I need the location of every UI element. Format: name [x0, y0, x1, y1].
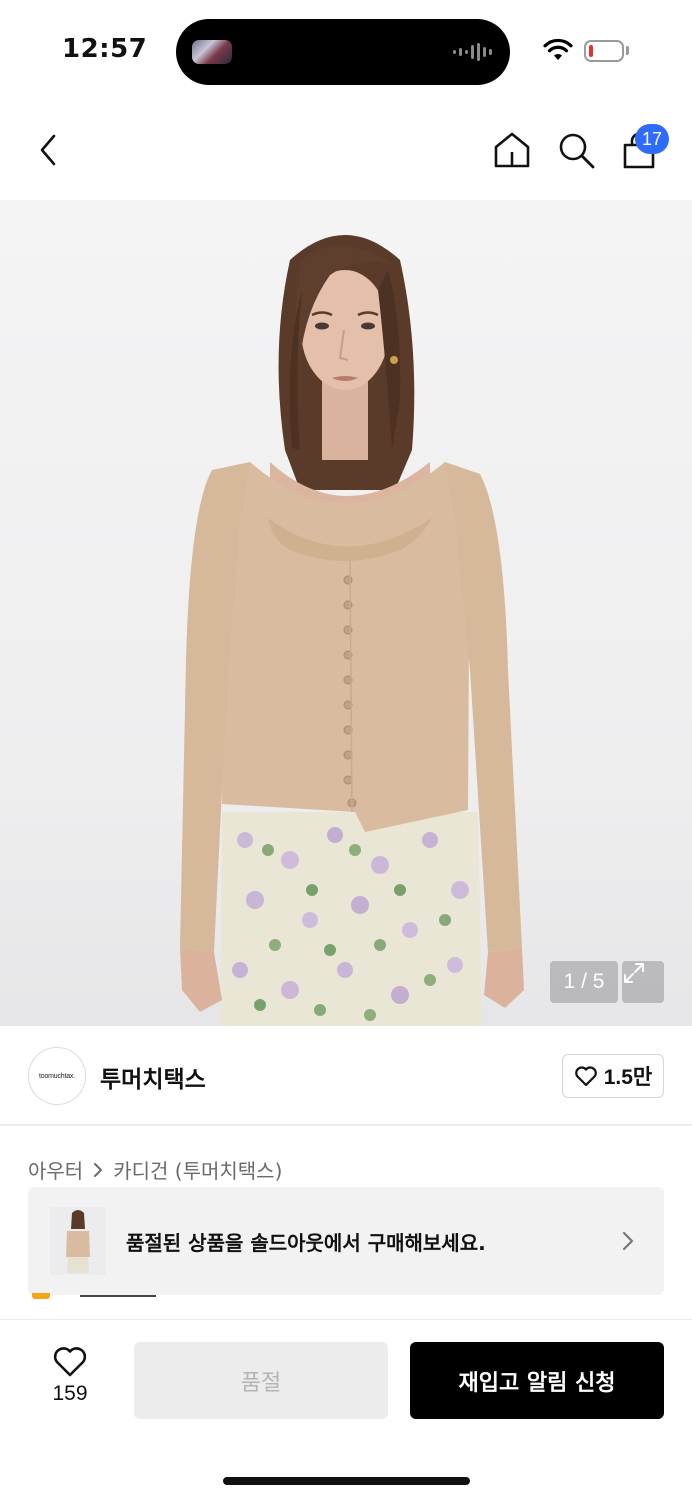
brand-logo-text: toomuchtax. — [39, 1072, 75, 1080]
product-image-carousel[interactable]: 1 / 5 — [0, 200, 692, 1026]
brand-logo[interactable]: toomuchtax. — [28, 1047, 86, 1105]
back-button[interactable] — [26, 128, 70, 172]
status-time: 12:57 — [62, 34, 148, 64]
breadcrumb: 아우터 카디건 (투머치택스) — [28, 1155, 282, 1184]
breadcrumb-item-outer[interactable]: 아우터 — [28, 1155, 83, 1184]
home-indicator[interactable] — [223, 1477, 470, 1485]
restock-alert-button[interactable]: 재입고 알림 신청 — [410, 1342, 664, 1419]
dynamic-island[interactable] — [176, 19, 510, 85]
bottom-action-bar: 159 품절 재입고 알림 신청 — [0, 1319, 692, 1500]
soldout-promo-banner[interactable]: 품절된 상품을 솔드아웃에서 구매해보세요. — [28, 1187, 664, 1295]
brand-name[interactable]: 투머치택스 — [100, 1060, 206, 1094]
partial-underline — [80, 1295, 156, 1297]
heart-icon — [53, 1347, 87, 1377]
chevron-right-icon — [94, 1162, 103, 1177]
home-icon — [494, 132, 530, 168]
expand-icon — [624, 963, 644, 983]
banner-text: 품절된 상품을 솔드아웃에서 구매해보세요. — [126, 1231, 486, 1255]
brand-section: toomuchtax. 투머치택스 1.5만 — [0, 1026, 692, 1126]
image-counter: 1 / 5 — [550, 961, 618, 1003]
status-bar: 12:57 — [0, 0, 692, 100]
wishlist-button[interactable]: 159 — [40, 1346, 100, 1416]
cart-count-badge: 17 — [635, 124, 669, 154]
breadcrumb-item-cardigan[interactable]: 카디건 (투머치택스) — [113, 1155, 282, 1184]
banner-product-thumbnail — [50, 1207, 106, 1275]
battery-icon — [584, 40, 624, 62]
home-button[interactable] — [490, 128, 534, 172]
product-photo — [180, 235, 524, 1026]
heart-icon — [574, 1066, 597, 1087]
brand-like-button[interactable]: 1.5만 — [562, 1054, 664, 1098]
search-icon — [559, 133, 595, 169]
chevron-right-icon — [622, 1231, 634, 1251]
battery-level — [589, 45, 593, 57]
expand-image-button[interactable] — [622, 961, 664, 1003]
wishlist-count: 159 — [52, 1382, 88, 1405]
partial-star-icon — [32, 1293, 50, 1299]
chevron-left-icon — [40, 134, 56, 166]
brand-like-count: 1.5만 — [603, 1066, 653, 1089]
battery-cap — [626, 46, 629, 55]
soldout-button[interactable]: 품절 — [134, 1342, 388, 1419]
search-button[interactable] — [554, 128, 598, 172]
top-navigation — [0, 100, 692, 200]
wifi-icon — [543, 38, 573, 60]
now-playing-artwork — [192, 40, 232, 64]
audio-waveform-icon — [453, 43, 492, 61]
